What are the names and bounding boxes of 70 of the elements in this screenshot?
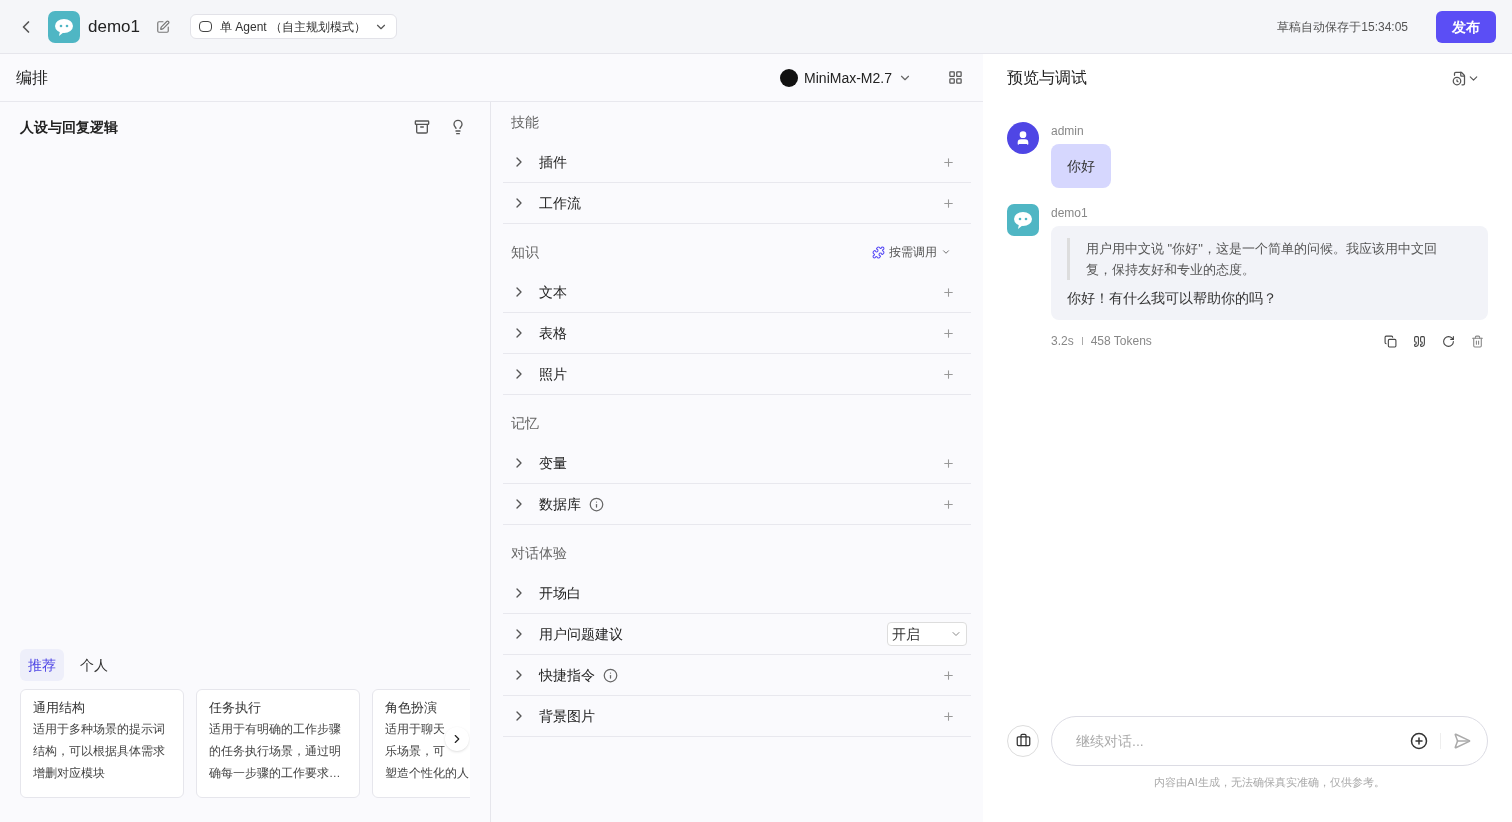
history-icon[interactable] [1452,70,1467,86]
template-tab[interactable]: 个人 [72,649,116,681]
template-description-line: 的任务执行场景，通过明 [209,743,341,759]
response-time: 3.2s [1051,333,1074,350]
caret-icon[interactable] [941,247,951,257]
user-avatar [1007,122,1039,154]
section-title: 人设与回复逻辑 [20,118,118,137]
user-message: 你好 [1051,144,1111,188]
template-description-line: 乐场景，可 [385,743,445,759]
disclaimer: 内容由AI生成，无法确保真实准确，仅供参考。 [1153,774,1386,790]
section-item-label: 数据库 [539,495,581,514]
template-description-line: 适用于多种场景的提示词 [33,721,165,737]
lightbulb-icon[interactable] [450,119,466,135]
app-name: demo1 [88,15,140,38]
template-description-line: 确每一步骤的工作要求… [209,765,341,781]
template-tab[interactable]: 推荐 [20,649,64,681]
section-item-label: 照片 [539,365,567,384]
publish-button[interactable]: 发布 [1436,10,1496,43]
section-item-label: 背景图片 [539,707,595,726]
section-item-label: 用户问题建议 [539,625,623,644]
archive-icon[interactable] [414,119,430,135]
panel-title: 编排 [16,67,48,88]
model-selector[interactable]: MiniMax-M2.7 [780,67,912,88]
section-item-label: 变量 [539,454,567,473]
section-item-label: 表格 [539,324,567,343]
bot-avatar-icon [1007,204,1039,236]
sender-name: demo1 [1051,205,1089,222]
edit-icon[interactable] [156,19,170,34]
toggle-select[interactable]: 开启 [887,622,967,646]
group-title: 对话体验 [511,544,567,563]
panel-title: 预览与调试 [1007,68,1087,88]
recall-mode-dropdown[interactable]: 按需调用 [872,243,951,261]
group-title: 技能 [511,113,539,132]
info-icon[interactable] [589,496,604,512]
copy-icon[interactable] [1384,334,1397,348]
chat-input[interactable]: 继续对话... [1076,730,1410,751]
section-item-label: 开场白 [539,584,581,603]
template-description-line: 适用于聊天 [385,721,445,737]
token-count: 458 Tokens [1090,333,1152,350]
template-card[interactable]: 通用结构 适用于多种场景的提示词 结构，可以根据具体需求 增删对应模块 [20,689,184,798]
bot-message-text: 你好！有什么我可以帮助你的吗？ [1067,289,1278,308]
group-title: 知识 [511,243,539,262]
group-title: 记忆 [511,414,539,433]
template-card[interactable]: 任务执行 适用于有明确的工作步骤 的任务执行场景，通过明 确每一步骤的工作要求… [196,689,360,798]
briefcase-icon[interactable] [1015,733,1031,748]
template-description-line: 适用于有明确的工作步骤 [209,721,341,737]
template-description-line: 结构，可以根据具体需求 [33,743,165,759]
sender-name: admin [1051,123,1085,140]
section-item-label: 快捷指令 [539,666,595,685]
template-title: 任务执行 [209,699,262,717]
chat-input-field[interactable]: 继续对话... [1051,715,1488,766]
template-card[interactable]: 角色扮演 适用于聊天 乐场景，可 塑造个性化的人 [372,689,470,798]
quote-icon[interactable] [1413,334,1426,348]
puzzle-icon[interactable] [872,245,885,259]
section-item-label: 工作流 [539,194,581,213]
template-title: 通用结构 [33,699,86,717]
section-item-label: 插件 [539,153,567,172]
thinking-text: 用户用中文说 "你好"，这是一个简单的问候。我应该用中文回复，保持友好和专业的态度。 [1067,238,1472,280]
template-title: 角色扮演 [385,699,438,717]
info-icon[interactable] [603,667,618,683]
autosave-status: 草稿自动保存于15:34:05 [1277,18,1408,36]
bot-avatar-icon [48,10,80,43]
template-description-line: 塑造个性化的人 [385,765,469,781]
regenerate-icon[interactable] [1442,334,1455,348]
add-icon[interactable] [1410,731,1428,750]
grid-icon[interactable] [948,70,963,85]
mode-dropdown[interactable]: 单 Agent （自主规划模式） [190,14,397,39]
template-description-line: 增删对应模块 [33,765,105,781]
section-item-label: 文本 [539,283,567,302]
delete-icon[interactable] [1471,334,1484,348]
